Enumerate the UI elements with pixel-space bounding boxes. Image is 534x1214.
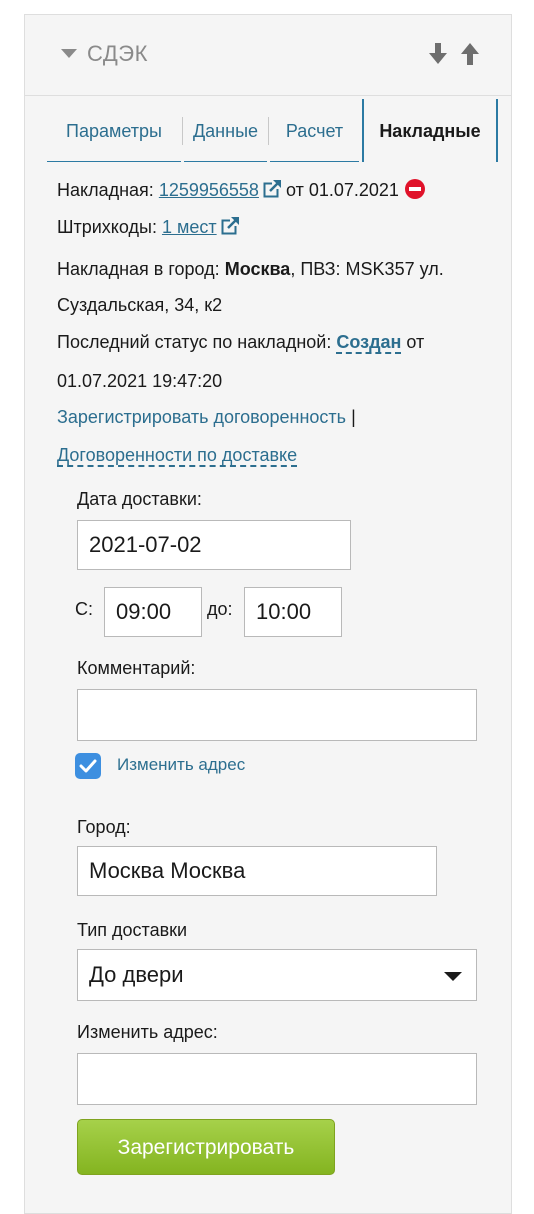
checkmark-icon bbox=[79, 759, 97, 773]
register-button[interactable]: Зарегистрировать bbox=[77, 1119, 335, 1175]
dropdown-arrow-icon bbox=[444, 972, 462, 981]
tab-parameters[interactable]: Параметры bbox=[47, 99, 181, 162]
time-to-label: до: bbox=[207, 599, 233, 619]
tab-data[interactable]: Данные bbox=[184, 99, 267, 162]
barcodes-label: Штрихкоды: bbox=[57, 217, 157, 237]
destination-city: Москва bbox=[224, 259, 291, 279]
time-to-input[interactable]: 10:00 bbox=[244, 587, 342, 637]
barcodes-link[interactable]: 1 мест bbox=[162, 217, 217, 237]
delivery-agreements-link[interactable]: Договоренности по доставке bbox=[57, 445, 298, 467]
status-line: Последний статус по накладной: Создан от bbox=[57, 332, 425, 354]
invoice-date: от 01.07.2021 bbox=[285, 180, 399, 200]
comment-input[interactable] bbox=[77, 689, 477, 741]
status-datetime: 01.07.2021 19:47:20 bbox=[57, 371, 223, 391]
delivery-type-value: До двери bbox=[89, 962, 184, 987]
external-link-icon[interactable] bbox=[263, 180, 281, 198]
panel-header: СДЭК bbox=[25, 15, 511, 96]
change-address-label: Изменить адрес: bbox=[77, 1022, 218, 1042]
invoice-line: Накладная: 1259956558 от 01.07.2021 bbox=[57, 179, 425, 201]
move-up-icon[interactable] bbox=[459, 41, 481, 67]
invoice-number-link[interactable]: 1259956558 bbox=[159, 180, 259, 200]
external-link-icon[interactable] bbox=[221, 217, 239, 235]
change-address-input[interactable] bbox=[77, 1053, 477, 1105]
move-down-icon[interactable] bbox=[427, 41, 449, 67]
status-suffix: от bbox=[406, 332, 425, 352]
time-from-input[interactable]: 09:00 bbox=[104, 587, 202, 637]
cdek-panel: СДЭК Параметры Данные Расчет Накладные Н… bbox=[24, 14, 512, 1214]
status-prefix: Последний статус по накладной: bbox=[57, 332, 332, 352]
delivery-type-label: Тип доставки bbox=[77, 920, 188, 940]
tab-divider bbox=[268, 117, 269, 145]
tab-divider bbox=[182, 117, 183, 145]
delete-invoice-icon[interactable] bbox=[404, 179, 425, 199]
tab-invoices[interactable]: Накладные bbox=[362, 99, 498, 162]
tabs-bar: Параметры Данные Расчет Накладные bbox=[47, 99, 499, 163]
comment-label: Комментарий: bbox=[77, 658, 196, 678]
tab-calculation[interactable]: Расчет bbox=[270, 99, 359, 162]
status-value-link[interactable]: Создан bbox=[336, 332, 402, 354]
destination-line: Накладная в город: Москва, ПВЗ: MSK357 у… bbox=[57, 259, 444, 280]
change-address-checkbox[interactable] bbox=[75, 753, 101, 779]
destination-prefix: Накладная в город: bbox=[57, 259, 220, 279]
city-input[interactable]: Москва Москва bbox=[77, 846, 437, 896]
time-from-label: С: bbox=[75, 599, 93, 619]
delivery-agreements-line: Договоренности по доставке bbox=[57, 445, 298, 467]
destination-address: Суздальская, 34, к2 bbox=[57, 295, 223, 315]
panel-title[interactable]: СДЭК bbox=[87, 41, 148, 67]
barcodes-line: Штрихкоды: 1 мест bbox=[57, 217, 239, 238]
delivery-type-select[interactable]: До двери bbox=[77, 949, 477, 1001]
register-agreement-line: Зарегистрировать договоренность | bbox=[57, 407, 356, 428]
destination-pvz: , ПВЗ: MSK357 ул. bbox=[290, 259, 444, 279]
register-agreement-link[interactable]: Зарегистрировать договоренность bbox=[57, 407, 346, 427]
invoice-label: Накладная: bbox=[57, 180, 154, 200]
delivery-date-label: Дата доставки: bbox=[77, 489, 202, 509]
city-label: Город: bbox=[77, 817, 131, 837]
link-separator: | bbox=[351, 407, 356, 427]
collapse-caret-icon[interactable] bbox=[61, 49, 77, 58]
delivery-date-input[interactable]: 2021-07-02 bbox=[77, 520, 351, 570]
change-address-checkbox-label[interactable]: Изменить адрес bbox=[117, 755, 245, 775]
